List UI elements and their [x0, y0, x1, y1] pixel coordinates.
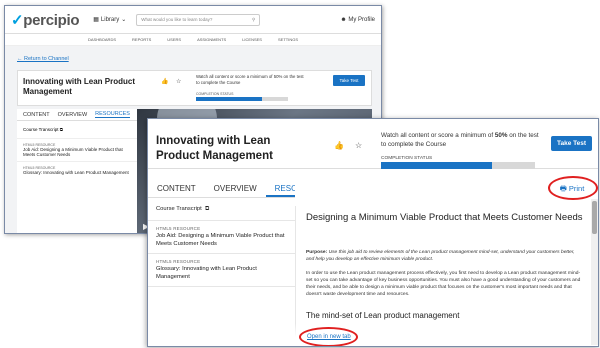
resource-item[interactable]: HTML5 RESOURCE Job Aid: Designing a Mini…: [148, 221, 295, 254]
external-link-icon: ⧉: [59, 127, 63, 132]
nav-licenses[interactable]: LICENSES: [242, 37, 262, 42]
nav-dashboards[interactable]: DASHBOARDS: [88, 37, 116, 42]
percipio-logo[interactable]: ✓percipio: [11, 11, 80, 29]
zoomed-window: Innovating with Lean Product Management …: [147, 118, 599, 347]
star-icon[interactable]: ☆: [355, 141, 362, 150]
resource-item[interactable]: HTML5 RESOURCE Job Aid: Designing a Mini…: [17, 139, 137, 162]
completion-status-label: COMPLETION STATUS: [381, 156, 433, 161]
tab-overview[interactable]: OVERVIEW: [58, 112, 88, 118]
completion-progress-bar: [381, 162, 535, 169]
search-icon: ⚲: [251, 16, 256, 22]
completion-progress-bar: [196, 97, 288, 101]
scrollbar-thumb[interactable]: [592, 201, 597, 234]
completion-status-label: COMPLETION STATUS: [196, 92, 234, 96]
completion-requirement: Watch all content or score a minimum of …: [196, 74, 304, 85]
thumbs-up-icon[interactable]: 👍: [161, 78, 168, 85]
library-menu[interactable]: ▦ Library ⌄: [93, 16, 127, 24]
return-to-channel-link[interactable]: ← Return to Channel: [17, 56, 69, 62]
resource-item[interactable]: HTML5 RESOURCE Glossary: Innovating with…: [148, 254, 295, 287]
nav-users[interactable]: USERS: [167, 37, 181, 42]
tab-overview[interactable]: OVERVIEW: [205, 180, 266, 197]
resources-list: Course Transcript ⧉ HTML5 RESOURCE Job A…: [17, 121, 137, 233]
print-highlight-ring: [548, 176, 598, 200]
course-title: Innovating with Lean Product Management: [156, 135, 273, 162]
tab-content[interactable]: CONTENT: [148, 180, 205, 197]
document-title: Designing a Minimum Viable Product that …: [306, 212, 583, 223]
course-header: Innovating with Lean Product Management …: [148, 119, 598, 169]
nav-assignments[interactable]: ASSIGNMENTS: [197, 37, 226, 42]
library-icon: ▦: [93, 17, 99, 23]
nav-reports[interactable]: REPORTS: [132, 37, 151, 42]
search-input[interactable]: What would you like to learn today? ⚲: [136, 13, 261, 26]
admin-nav: DASHBOARDS REPORTS USERS ASSIGNMENTS LIC…: [5, 34, 381, 46]
course-tabs: CONTENT OVERVIEW RESOURCES: [148, 180, 335, 198]
thumbs-up-icon[interactable]: 👍: [334, 141, 344, 150]
open-tab-highlight-ring: [299, 327, 358, 346]
chevron-down-icon: ⌄: [121, 17, 127, 23]
document-subheading: The mind-set of Lean product management: [306, 311, 460, 320]
resource-item[interactable]: HTML5 RESOURCE Glossary: Innovating with…: [17, 162, 137, 179]
course-title: Innovating with Lean Product Management: [23, 77, 135, 96]
external-link-icon: ⧉: [204, 206, 210, 212]
resources-list: Course Transcript ⧉ HTML5 RESOURCE Job A…: [148, 199, 295, 287]
take-test-button[interactable]: Take Test: [333, 75, 365, 86]
tab-resources[interactable]: RESOURCES: [95, 111, 130, 118]
profile-menu[interactable]: ☻ My Profile: [340, 17, 375, 23]
course-transcript-item[interactable]: Course Transcript ⧉: [17, 121, 137, 139]
course-transcript-item[interactable]: Course Transcript ⧉: [148, 199, 295, 221]
user-icon: ☻: [340, 16, 347, 23]
nav-settings[interactable]: SETTINGS: [278, 37, 298, 42]
tab-content[interactable]: CONTENT: [23, 112, 50, 118]
take-test-button[interactable]: Take Test: [551, 136, 592, 151]
document-body: In order to use the Lean product managem…: [306, 271, 581, 297]
course-header: Innovating with Lean Product Management …: [17, 70, 372, 106]
star-icon[interactable]: ☆: [176, 78, 181, 85]
top-bar: ✓percipio ▦ Library ⌄ What would you like …: [5, 6, 381, 34]
document-purpose: Purpose: Use this job aid to review elem…: [306, 250, 575, 262]
course-tabs: CONTENT OVERVIEW RESOURCES: [17, 109, 137, 121]
completion-requirement: Watch all content or score a minimum of …: [381, 132, 539, 148]
